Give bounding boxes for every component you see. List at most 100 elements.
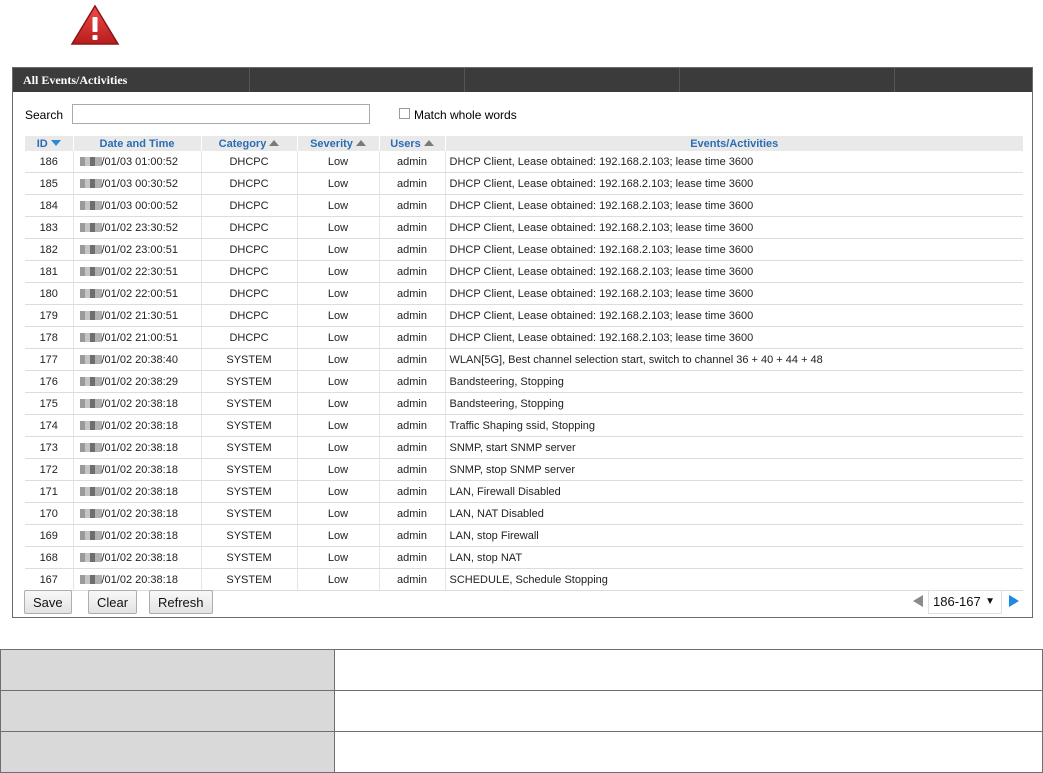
cell-user: admin bbox=[378, 282, 445, 305]
table-row: 180/01/02 22:00:51 DHCPC Low admin DHCP Clie… bbox=[25, 282, 1023, 305]
page-range-select[interactable]: 186-167 ▼ bbox=[928, 590, 1002, 614]
cell-category: SYSTEM bbox=[200, 480, 297, 503]
cell-category: DHCPC bbox=[200, 326, 297, 349]
chevron-down-icon: ▼ bbox=[985, 596, 995, 607]
cell-user: admin bbox=[378, 172, 445, 195]
table-row: 172/01/02 20:38:18 SYSTEM Low admin SNMP, st… bbox=[25, 458, 1023, 481]
table-row: 177/01/02 20:38:40 SYSTEM Low admin WLAN[5G]… bbox=[25, 348, 1023, 371]
cell-category: DHCPC bbox=[200, 172, 297, 195]
cell-event: DHCP Client, Lease obtained: 192.168.2.1… bbox=[444, 151, 1023, 173]
cell-severity: Low bbox=[296, 568, 379, 591]
sort-asc-icon bbox=[423, 139, 434, 146]
table-row: 174/01/02 20:38:18 SYSTEM Low admin Traffic … bbox=[25, 414, 1023, 437]
sort-asc-icon bbox=[269, 139, 280, 146]
panel-header: All Events/Activities bbox=[13, 68, 1032, 92]
cell-event: Bandsteering, Stopping bbox=[444, 392, 1023, 415]
description-value-cell bbox=[334, 731, 1043, 773]
redacted-year-block bbox=[79, 420, 102, 430]
cell-user: admin bbox=[378, 546, 445, 569]
table-row: 176/01/02 20:38:29 SYSTEM Low admin Bandstee… bbox=[25, 370, 1023, 393]
table-row: 186/01/03 01:00:52 DHCPC Low admin DHCP Clie… bbox=[25, 151, 1023, 173]
next-page-icon[interactable] bbox=[1009, 595, 1019, 607]
cell-date-time: /01/02 21:00:51 bbox=[72, 326, 201, 349]
cell-category: SYSTEM bbox=[200, 568, 297, 591]
table-row: 169/01/02 20:38:18 SYSTEM Low admin LAN, sto… bbox=[25, 524, 1023, 547]
cell-user: admin bbox=[378, 370, 445, 393]
match-whole-words-checkbox[interactable] bbox=[399, 108, 410, 119]
cell-date-time: /01/02 22:00:51 bbox=[72, 282, 201, 305]
cell-user: admin bbox=[378, 392, 445, 415]
previous-page-icon[interactable] bbox=[913, 595, 923, 607]
cell-id: 176 bbox=[25, 370, 73, 393]
cell-date-time: /01/02 20:38:18 bbox=[72, 436, 201, 459]
cell-event: Bandsteering, Stopping bbox=[444, 370, 1023, 393]
refresh-button[interactable]: Refresh bbox=[149, 590, 213, 614]
cell-id: 174 bbox=[25, 414, 73, 437]
events-panel: All Events/Activities Search Match whole… bbox=[12, 67, 1033, 618]
cell-event: Traffic Shaping ssid, Stopping bbox=[444, 414, 1023, 437]
redacted-year-block bbox=[79, 178, 102, 188]
cell-user: admin bbox=[378, 524, 445, 547]
cell-event: LAN, NAT Disabled bbox=[444, 502, 1023, 525]
column-header-severity[interactable]: Severity bbox=[296, 136, 379, 151]
cell-event: LAN, stop NAT bbox=[444, 546, 1023, 569]
cell-severity: Low bbox=[296, 414, 379, 437]
cell-id: 177 bbox=[25, 348, 73, 371]
cell-date-time: /01/03 00:30:52 bbox=[72, 172, 201, 195]
cell-id: 185 bbox=[25, 172, 73, 195]
cell-event: DHCP Client, Lease obtained: 192.168.2.1… bbox=[444, 304, 1023, 327]
cell-category: SYSTEM bbox=[200, 436, 297, 459]
cell-id: 179 bbox=[25, 304, 73, 327]
cell-user: admin bbox=[378, 502, 445, 525]
events-table: ID Date and Time Category Severity Users… bbox=[25, 136, 1023, 591]
cell-category: DHCPC bbox=[200, 260, 297, 283]
redacted-year-block bbox=[79, 508, 102, 518]
table-row: 170/01/02 20:38:18 SYSTEM Low admin LAN, NAT… bbox=[25, 502, 1023, 525]
column-header-date-time[interactable]: Date and Time bbox=[72, 136, 201, 151]
description-row bbox=[0, 731, 1043, 773]
cell-category: DHCPC bbox=[200, 216, 297, 239]
cell-category: SYSTEM bbox=[200, 458, 297, 481]
cell-id: 167 bbox=[25, 568, 73, 591]
cell-category: DHCPC bbox=[200, 151, 297, 173]
column-header-id[interactable]: ID bbox=[25, 136, 73, 151]
cell-event: DHCP Client, Lease obtained: 192.168.2.1… bbox=[444, 326, 1023, 349]
cell-id: 183 bbox=[25, 216, 73, 239]
column-header-users[interactable]: Users bbox=[378, 136, 445, 151]
cell-date-time: /01/02 23:30:52 bbox=[72, 216, 201, 239]
redacted-year-block bbox=[79, 552, 102, 562]
save-button[interactable]: Save bbox=[24, 590, 72, 614]
cell-category: DHCPC bbox=[200, 282, 297, 305]
table-header-row: ID Date and Time Category Severity Users… bbox=[25, 136, 1023, 151]
search-input[interactable] bbox=[72, 104, 370, 124]
redacted-year-block bbox=[79, 376, 102, 386]
redacted-year-block bbox=[79, 332, 102, 342]
cell-user: admin bbox=[378, 326, 445, 349]
cell-user: admin bbox=[378, 458, 445, 481]
cell-severity: Low bbox=[296, 524, 379, 547]
cell-id: 180 bbox=[25, 282, 73, 305]
cell-event: DHCP Client, Lease obtained: 192.168.2.1… bbox=[444, 260, 1023, 283]
redacted-year-block bbox=[79, 464, 102, 474]
clear-button[interactable]: Clear bbox=[88, 590, 138, 614]
cell-category: SYSTEM bbox=[200, 370, 297, 393]
cell-event: DHCP Client, Lease obtained: 192.168.2.1… bbox=[444, 238, 1023, 261]
description-row bbox=[0, 690, 1043, 732]
cell-severity: Low bbox=[296, 151, 379, 173]
redacted-year-block bbox=[79, 156, 102, 166]
cell-date-time: /01/02 21:30:51 bbox=[72, 304, 201, 327]
column-header-events[interactable]: Events/Activities bbox=[444, 136, 1023, 151]
cell-id: 175 bbox=[25, 392, 73, 415]
cell-id: 168 bbox=[25, 546, 73, 569]
cell-severity: Low bbox=[296, 502, 379, 525]
cell-user: admin bbox=[378, 194, 445, 217]
cell-user: admin bbox=[378, 238, 445, 261]
column-header-category[interactable]: Category bbox=[200, 136, 297, 151]
redacted-year-block bbox=[79, 442, 102, 452]
cell-severity: Low bbox=[296, 238, 379, 261]
table-row: 167/01/02 20:38:18 SYSTEM Low admin SCHEDULE… bbox=[25, 568, 1023, 591]
description-key-cell bbox=[0, 690, 335, 732]
cell-id: 169 bbox=[25, 524, 73, 547]
table-row: 175/01/02 20:38:18 SYSTEM Low admin Bandstee… bbox=[25, 392, 1023, 415]
redacted-year-block bbox=[79, 486, 102, 496]
